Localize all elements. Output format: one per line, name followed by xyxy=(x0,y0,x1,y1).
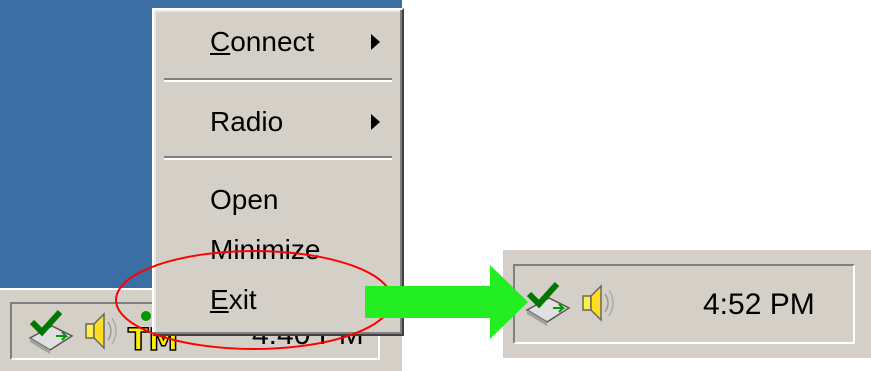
green-arrow xyxy=(365,265,528,339)
annotation-overlay xyxy=(115,250,528,350)
highlight-ellipse xyxy=(115,250,393,350)
